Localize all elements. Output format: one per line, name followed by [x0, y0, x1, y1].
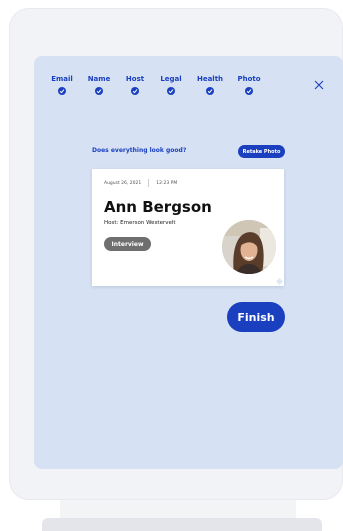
check-icon: [58, 87, 66, 95]
kiosk-screen: Email Name Host Legal Health Photo Does …: [34, 56, 343, 469]
visitor-photo: [222, 220, 276, 274]
step-host: Host: [115, 75, 155, 95]
badge-time: 12:23 PM: [156, 180, 178, 186]
step-label: Photo: [237, 75, 261, 83]
host-line: Host: Emerson Westervelt: [104, 220, 176, 226]
visitor-name: Ann Bergson: [104, 198, 212, 216]
visitor-portrait: [222, 220, 276, 274]
finish-button[interactable]: Finish: [227, 302, 285, 332]
badge-date: August 26, 2021: [104, 180, 142, 186]
step-label: Name: [87, 75, 111, 83]
visitor-badge-card: August 26, 2021 12:23 PM Ann Bergson Hos…: [92, 169, 284, 286]
kiosk-stand-base: [42, 518, 322, 531]
close-icon: [314, 80, 324, 90]
step-label: Email: [51, 75, 73, 83]
step-email: Email: [42, 75, 82, 95]
check-icon: [131, 87, 139, 95]
check-icon: [167, 87, 175, 95]
step-legal: Legal: [151, 75, 191, 95]
card-corner-mark: [275, 277, 284, 286]
step-label: Legal: [160, 75, 182, 83]
kiosk-device: Email Name Host Legal Health Photo Does …: [9, 8, 343, 500]
progress-steps: Email Name Host Legal Health Photo: [34, 75, 274, 115]
step-label: Host: [125, 75, 145, 83]
visit-purpose-badge: Interview: [104, 237, 151, 251]
check-icon: [95, 87, 103, 95]
badge-meta: August 26, 2021 12:23 PM: [104, 179, 177, 187]
step-photo: Photo: [229, 75, 269, 95]
check-icon: [245, 87, 253, 95]
step-label: Health: [196, 75, 224, 83]
retake-photo-button[interactable]: Retake Photo: [238, 145, 285, 158]
close-button[interactable]: [313, 76, 325, 90]
step-name: Name: [79, 75, 119, 95]
review-prompt: Does everything look good?: [92, 147, 187, 154]
step-health: Health: [190, 75, 230, 95]
check-icon: [206, 87, 214, 95]
meta-divider: [148, 179, 150, 187]
